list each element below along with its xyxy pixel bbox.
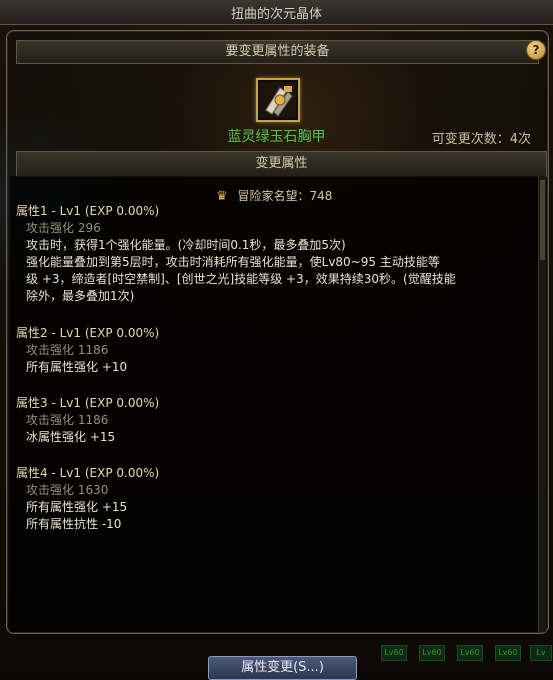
property-title: 属性3 - Lv1 (EXP 0.00%)	[16, 396, 160, 410]
property-sub: 攻击强化 1186	[26, 413, 109, 427]
property-block-2: 属性2 - Lv1 (EXP 0.00%) 攻击强化 1186 所有属性强化 +…	[16, 325, 536, 376]
crown-icon: ♛	[216, 189, 228, 204]
property-title: 属性4 - Lv1 (EXP 0.00%)	[16, 466, 160, 480]
background-chip: Lv	[530, 645, 552, 661]
help-icon[interactable]: ?	[526, 40, 546, 60]
background-chip: Lv60	[381, 645, 407, 661]
property-line: 级 +3，缔造者[时空禁制]、[创世之光]技能等级 +3，效果持续30秒。(觉醒…	[26, 272, 456, 286]
change-attribute-button[interactable]: 属性变更(S...)	[208, 656, 357, 680]
property-line: 冰属性强化 +15	[26, 430, 116, 444]
change-attr-label: 变更属性	[255, 156, 308, 171]
panel-scrollbar[interactable]	[538, 176, 546, 632]
adventurer-fame: ♛ 冒险家名望：748	[216, 187, 332, 204]
fame-label: 冒险家名望：748	[237, 189, 333, 203]
property-line: 攻击时，获得1个强化能量。(冷却时间0.1秒，最多叠加5次)	[26, 238, 346, 252]
property-sub: 攻击强化 1186	[26, 343, 109, 357]
scrollbar-thumb[interactable]	[540, 180, 545, 260]
property-title: 属性1 - Lv1 (EXP 0.00%)	[16, 204, 160, 218]
property-title: 属性2 - Lv1 (EXP 0.00%)	[16, 326, 160, 340]
property-line: 所有属性强化 +10	[26, 360, 128, 374]
property-line: 所有属性强化 +15	[26, 500, 128, 514]
property-line: 所有属性抗性 -10	[26, 517, 122, 531]
title-bar[interactable]: 扭曲的次元晶体	[0, 0, 553, 25]
background-chip: Lv60	[419, 645, 445, 661]
item-slot[interactable]	[256, 78, 300, 122]
property-sub: 攻击强化 296	[26, 221, 101, 235]
background-chip: Lv60	[457, 645, 483, 661]
change-count: 可变更次数：4次	[431, 132, 531, 147]
window-title: 扭曲的次元晶体	[230, 7, 322, 22]
property-block-3: 属性3 - Lv1 (EXP 0.00%) 攻击强化 1186 冰属性强化 +1…	[16, 395, 536, 446]
property-block-1: 属性1 - Lv1 (EXP 0.00%) 攻击强化 296 攻击时，获得1个强…	[16, 203, 536, 305]
equip-header-label: 要变更属性的装备	[225, 44, 330, 59]
property-block-4: 属性4 - Lv1 (EXP 0.00%) 攻击强化 1630 所有属性强化 +…	[16, 465, 536, 533]
property-line: 强化能量叠加到第5层时，攻击时消耗所有强化能量，使Lv80~95 主动技能等	[26, 255, 440, 269]
property-sub: 攻击强化 1630	[26, 483, 109, 497]
equip-header: 要变更属性的装备	[16, 40, 539, 64]
chestplate-icon	[260, 82, 296, 118]
background-chip: Lv60	[495, 645, 521, 661]
change-attr-header: 变更属性	[16, 151, 547, 177]
property-line: 除外，最多叠加1次)	[26, 289, 135, 303]
